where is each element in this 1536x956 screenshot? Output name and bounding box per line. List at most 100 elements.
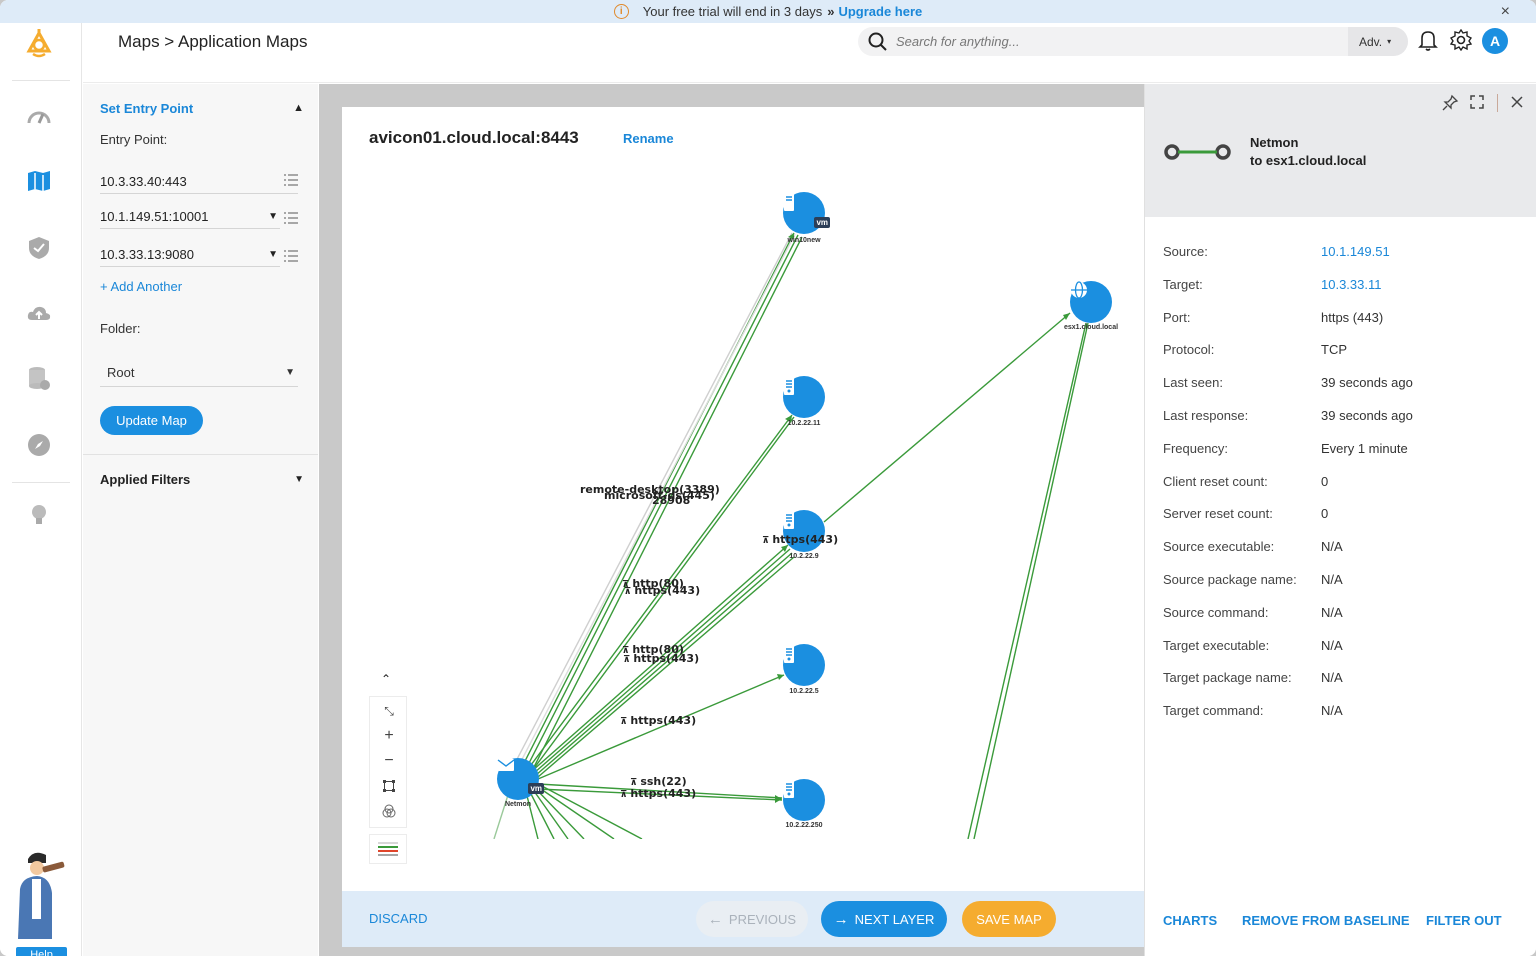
applied-filters-title[interactable]: Applied Filters bbox=[100, 472, 190, 487]
expand-icon[interactable] bbox=[1469, 94, 1485, 110]
pin-icon[interactable] bbox=[1441, 94, 1459, 112]
property-row: Client reset count: 0 bbox=[1163, 474, 1523, 494]
arrow-right-icon: → bbox=[833, 910, 849, 928]
property-value: TCP bbox=[1321, 342, 1347, 358]
property-row: Target executable: N/A bbox=[1163, 638, 1523, 658]
chevron-down-icon: ▾ bbox=[1387, 37, 1392, 46]
property-key: Client reset count: bbox=[1163, 473, 1268, 489]
search-input[interactable] bbox=[896, 31, 1336, 52]
node-win10new[interactable]: vm bbox=[783, 192, 830, 234]
rail-divider bbox=[12, 482, 70, 483]
add-another-link[interactable]: + Add Another bbox=[100, 279, 182, 294]
node-10-2-22-250[interactable] bbox=[783, 779, 825, 821]
edge bbox=[537, 674, 785, 780]
entry-point-label: Entry Point: bbox=[100, 132, 168, 147]
edge bbox=[973, 322, 1089, 839]
close-banner-icon[interactable]: × bbox=[1501, 3, 1510, 21]
property-value-link[interactable]: 10.1.149.51 bbox=[1321, 244, 1390, 259]
discard-button[interactable]: DISCARD bbox=[369, 911, 428, 926]
breadcrumb[interactable]: Maps > Application Maps bbox=[118, 32, 307, 52]
folder-value: Root bbox=[107, 365, 135, 380]
edge-label[interactable]: ⊼ https(443) bbox=[620, 787, 696, 800]
list-icon[interactable] bbox=[284, 250, 298, 262]
compass-icon[interactable] bbox=[24, 430, 54, 460]
zoom-in-icon[interactable]: + bbox=[370, 724, 408, 748]
network-graph[interactable]: vm win10new 10.2.22.11 10.2.22.9 10.2.22… bbox=[342, 167, 1144, 839]
chevron-down-icon[interactable]: ▼ bbox=[268, 211, 278, 222]
chevron-up-icon[interactable]: ▲ bbox=[293, 102, 304, 114]
list-icon[interactable] bbox=[284, 212, 298, 224]
detail-title-source: Netmon bbox=[1250, 135, 1299, 150]
chevron-down-icon[interactable]: ▼ bbox=[268, 249, 278, 260]
security-shield-icon[interactable] bbox=[24, 233, 54, 263]
fit-to-screen-icon[interactable] bbox=[370, 774, 408, 798]
edge-label[interactable]: 28908 bbox=[652, 494, 690, 507]
divider bbox=[83, 454, 318, 455]
user-avatar[interactable]: A bbox=[1482, 28, 1508, 54]
advanced-search-dropdown[interactable]: Adv. ▾ bbox=[1348, 27, 1408, 56]
node-10-2-22-5[interactable] bbox=[783, 644, 825, 686]
entry-point-field[interactable]: 10.1.149.51:10001 ▼ bbox=[100, 205, 280, 229]
property-key: Source executable: bbox=[1163, 539, 1275, 555]
layers-icon[interactable] bbox=[370, 799, 408, 823]
property-key: Protocol: bbox=[1163, 342, 1215, 358]
gear-icon[interactable] bbox=[1450, 29, 1472, 51]
edge-label-text: https(443) bbox=[633, 652, 700, 665]
property-key: Port: bbox=[1163, 309, 1191, 325]
database-coins-icon[interactable] bbox=[24, 364, 54, 394]
edge bbox=[823, 312, 1071, 523]
edge bbox=[967, 322, 1087, 839]
chevron-up-icon[interactable]: ⌃ bbox=[381, 672, 391, 686]
chevron-down-icon[interactable]: ▼ bbox=[294, 474, 304, 485]
previous-button[interactable]: ← PREVIOUS bbox=[696, 901, 808, 937]
rename-link[interactable]: Rename bbox=[623, 131, 674, 146]
node-netmon[interactable]: vm bbox=[497, 758, 544, 800]
edge-label[interactable]: ⊼ https(443) bbox=[762, 533, 838, 546]
property-value-link[interactable]: 10.3.33.11 bbox=[1321, 277, 1381, 292]
property-row: Source command: N/A bbox=[1163, 605, 1523, 625]
edge-label[interactable]: ⊼ https(443) bbox=[620, 714, 696, 727]
maps-icon[interactable] bbox=[24, 166, 54, 196]
zoom-out-icon[interactable]: − bbox=[370, 749, 408, 773]
property-value: N/A bbox=[1321, 637, 1343, 653]
cloud-upload-icon[interactable] bbox=[24, 298, 54, 328]
save-map-button[interactable]: SAVE MAP bbox=[962, 901, 1056, 937]
network-icon: ⊼ bbox=[620, 790, 628, 800]
property-row: Source package name: N/A bbox=[1163, 572, 1523, 592]
rail-divider bbox=[12, 80, 70, 81]
trial-banner: i Your free trial will end in 3 days » U… bbox=[0, 0, 1536, 23]
node-10-2-22-11[interactable] bbox=[783, 376, 825, 418]
filter-out-button[interactable]: FILTER OUT bbox=[1426, 913, 1502, 928]
property-row: Target command: N/A bbox=[1163, 703, 1523, 723]
edge bbox=[529, 791, 555, 839]
entry-point-field[interactable]: 10.3.33.13:9080 ▼ bbox=[100, 243, 280, 267]
property-value: N/A bbox=[1321, 703, 1343, 719]
help-button[interactable]: Help bbox=[16, 947, 67, 956]
property-key: Target command: bbox=[1163, 703, 1264, 719]
collapse-icon[interactable]: ⤡ bbox=[370, 699, 408, 723]
edge-legend-button[interactable] bbox=[369, 834, 407, 864]
set-entry-point-title[interactable]: Set Entry Point bbox=[100, 101, 193, 116]
bell-icon[interactable] bbox=[1418, 29, 1438, 51]
property-key: Last response: bbox=[1163, 408, 1249, 423]
edge-label-text: https(443) bbox=[634, 584, 701, 597]
node-label: 10.2.22.5 bbox=[789, 688, 819, 695]
edge-label[interactable]: ⊼ https(443) bbox=[624, 584, 700, 597]
upgrade-link[interactable]: Upgrade here bbox=[838, 4, 922, 19]
next-layer-button[interactable]: → NEXT LAYER bbox=[821, 901, 947, 937]
lightbulb-icon[interactable] bbox=[24, 500, 54, 530]
property-value: 39 seconds ago bbox=[1321, 408, 1413, 423]
edge-label[interactable]: ⊼ https(443) bbox=[623, 652, 699, 665]
property-row: Target package name: N/A bbox=[1163, 670, 1523, 690]
entry-point-field[interactable]: 10.3.33.40:443 bbox=[100, 170, 298, 194]
update-map-button[interactable]: Update Map bbox=[100, 406, 203, 435]
help-mascot-icon[interactable] bbox=[12, 849, 70, 939]
close-icon[interactable] bbox=[1509, 94, 1525, 110]
dashboard-icon[interactable] bbox=[24, 102, 54, 132]
charts-button[interactable]: CHARTS bbox=[1163, 913, 1217, 928]
node-label: 10.2.22.11 bbox=[787, 420, 821, 427]
remove-from-baseline-button[interactable]: REMOVE FROM BASELINE bbox=[1242, 913, 1410, 928]
list-icon[interactable] bbox=[284, 174, 298, 186]
folder-select[interactable]: Root ▼ bbox=[100, 359, 298, 387]
node-esx1-cloud-local[interactable] bbox=[1070, 281, 1112, 323]
